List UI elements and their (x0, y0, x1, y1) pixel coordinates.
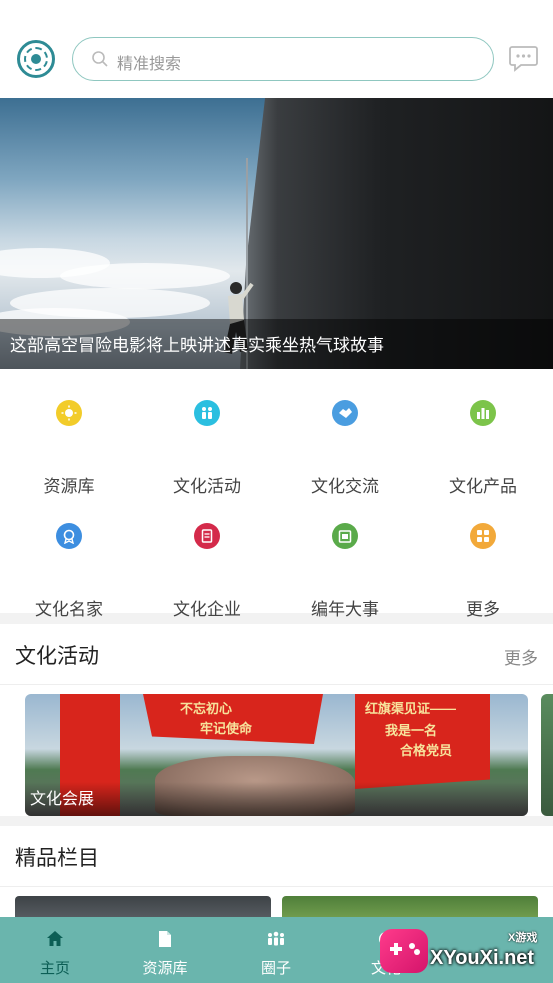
category-chronicle[interactable]: 编年大事 (276, 523, 414, 619)
handshake-icon (332, 400, 358, 426)
document-icon (194, 523, 220, 549)
category-label: 更多 (466, 600, 500, 619)
category-more[interactable]: 更多 (414, 523, 552, 619)
tab-circle[interactable]: 圈子 (221, 917, 331, 983)
home-icon (47, 931, 63, 946)
category-grid: 资源库 文化活动 文化交流 文化产品 文化名家 文化企业 编年大事 更多 (0, 369, 553, 619)
activities-section: 文化活动 更多 不忘初心 牢记使命 红旗渠见证—— 我是一名 合格党员 文化会展 (0, 624, 553, 816)
people-icon (194, 400, 220, 426)
bar-chart-icon (470, 400, 496, 426)
activity-card[interactable]: 不忘初心 牢记使命 红旗渠见证—— 我是一名 合格党员 文化会展 (25, 694, 528, 816)
section-title: 文化活动 (15, 645, 99, 668)
category-culture-masters[interactable]: 文化名家 (0, 523, 138, 619)
file-icon (159, 931, 171, 947)
grid-icon (470, 523, 496, 549)
more-link[interactable]: 更多 (504, 644, 538, 669)
banner-carousel[interactable]: 这部高空冒险电影将上映讲述真实乘坐热气球故事 (0, 98, 553, 369)
category-label: 文化活动 (173, 477, 241, 496)
medal-icon (56, 523, 82, 549)
search-placeholder: 精准搜索 (117, 56, 182, 73)
calendar-icon (332, 523, 358, 549)
tab-home[interactable]: 主页 (0, 917, 110, 983)
category-label: 文化交流 (311, 477, 379, 496)
category-label: 编年大事 (311, 600, 379, 619)
banner-caption[interactable]: 这部高空冒险电影将上映讲述真实乘坐热气球故事 (10, 331, 384, 356)
gamepad-logo-icon (380, 929, 428, 973)
section-title: 精品栏目 (15, 847, 99, 870)
category-culture-exchange[interactable]: 文化交流 (276, 400, 414, 496)
category-label: 文化产品 (449, 477, 517, 496)
search-icon (92, 51, 108, 67)
activity-card-next[interactable] (541, 694, 553, 816)
category-label: 文化企业 (173, 600, 241, 619)
chat-bubble-icon[interactable] (508, 43, 539, 74)
tab-label: 圈子 (260, 960, 291, 977)
institution-seal-icon[interactable] (17, 40, 55, 78)
tab-label: 资源库 (142, 960, 188, 977)
top-header: 精准搜索 (0, 0, 553, 98)
tab-resources[interactable]: 资源库 (110, 917, 220, 983)
search-input[interactable]: 精准搜索 (72, 37, 494, 81)
category-resources[interactable]: 资源库 (0, 400, 138, 496)
category-culture-enterprises[interactable]: 文化企业 (138, 523, 276, 619)
tab-label: 主页 (39, 960, 70, 977)
category-culture-activities[interactable]: 文化活动 (138, 400, 276, 496)
site-watermark: X游戏 XYouXi.net (380, 925, 550, 977)
category-label: 文化名家 (35, 600, 103, 619)
activity-caption: 文化会展 (30, 791, 95, 808)
group-icon (268, 931, 284, 946)
sun-icon (56, 400, 82, 426)
category-label: 资源库 (43, 477, 95, 496)
category-culture-products[interactable]: 文化产品 (414, 400, 552, 496)
